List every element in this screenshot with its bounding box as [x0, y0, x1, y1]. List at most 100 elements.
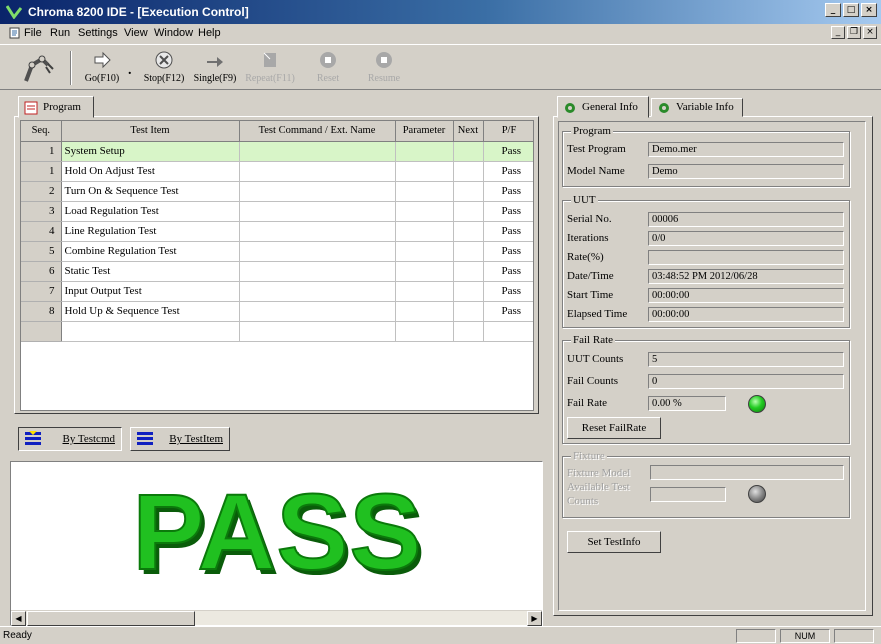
row-test-command[interactable] — [239, 261, 396, 282]
menu-help[interactable]: Help — [198, 27, 221, 39]
set-testinfo-button[interactable]: Set TestInfo — [567, 531, 661, 553]
menu-view[interactable]: View — [124, 27, 148, 39]
row-test-command[interactable] — [239, 221, 396, 242]
row-test-item[interactable]: Turn On & Sequence Test — [61, 181, 240, 202]
repeat-button[interactable]: Repeat(F11) — [242, 47, 298, 87]
column-header-test-command[interactable]: Test Command / Ext. Name — [239, 121, 396, 142]
status-bar: Ready NUM — [0, 626, 881, 644]
row-parameter[interactable] — [395, 141, 454, 162]
row-seq: 6 — [21, 261, 62, 282]
menu-window[interactable]: Window — [154, 27, 193, 39]
stop-button[interactable]: Stop(F12) — [140, 47, 188, 87]
row-test-item[interactable]: System Setup — [61, 141, 240, 162]
grid-header-row: Seq. Test Item Test Command / Ext. Name … — [21, 121, 533, 142]
row-test-item[interactable]: Combine Regulation Test — [61, 241, 240, 262]
row-test-command[interactable] — [239, 201, 396, 222]
row-parameter[interactable] — [395, 201, 454, 222]
row-test-item[interactable]: Load Regulation Test — [61, 201, 240, 222]
available-test-value — [650, 487, 726, 502]
table-row-empty[interactable] — [21, 321, 533, 342]
row-parameter[interactable] — [395, 221, 454, 242]
by-testcmd-button[interactable]: By Testcmd — [18, 427, 122, 451]
table-row[interactable]: 3 Load Regulation Test Pass — [21, 201, 533, 222]
column-header-pf[interactable]: P/F — [483, 121, 533, 142]
close-button[interactable]: × — [861, 3, 877, 17]
horizontal-scrollbar[interactable]: ◀ ▶ — [11, 610, 542, 626]
row-test-command[interactable] — [239, 181, 396, 202]
row-test-item[interactable]: Hold Up & Sequence Test — [61, 301, 240, 322]
column-header-seq[interactable]: Seq. — [21, 121, 62, 142]
by-testitem-button[interactable]: By TestItem — [130, 427, 230, 451]
row-parameter[interactable] — [395, 261, 454, 282]
row-parameter[interactable] — [395, 241, 454, 262]
row-pf: Pass — [483, 201, 533, 222]
go-button[interactable]: Go(F10) — [80, 47, 124, 87]
test-item-grid[interactable]: Seq. Test Item Test Command / Ext. Name … — [20, 120, 534, 411]
row-pf: Pass — [483, 181, 533, 202]
available-test-counts-label: Counts — [567, 495, 599, 507]
row-test-command[interactable] — [239, 281, 396, 302]
scroll-thumb[interactable] — [27, 611, 195, 626]
row-next[interactable] — [453, 181, 484, 202]
row-parameter[interactable] — [395, 161, 454, 182]
table-row[interactable]: 2 Turn On & Sequence Test Pass — [21, 181, 533, 202]
row-pf: Pass — [483, 141, 533, 162]
row-next[interactable] — [453, 201, 484, 222]
table-row[interactable]: 6 Static Test Pass — [21, 261, 533, 282]
scroll-right-arrow[interactable]: ▶ — [527, 611, 542, 626]
test-program-value: Demo.mer — [648, 142, 844, 157]
row-test-command[interactable] — [239, 141, 396, 162]
table-row[interactable]: 7 Input Output Test Pass — [21, 281, 533, 302]
resume-button[interactable]: Resume — [362, 47, 406, 87]
row-parameter[interactable] — [395, 281, 454, 302]
table-row[interactable]: 4 Line Regulation Test Pass — [21, 221, 533, 242]
row-next[interactable] — [453, 301, 484, 322]
table-row[interactable]: 1 System Setup Pass — [21, 141, 533, 162]
row-pf: Pass — [483, 301, 533, 322]
row-test-command[interactable] — [239, 241, 396, 262]
mdi-minimize-button[interactable]: _ — [831, 26, 845, 39]
table-row[interactable]: 1 Hold On Adjust Test Pass — [21, 161, 533, 182]
stop-icon — [155, 51, 173, 69]
row-test-item[interactable]: Hold On Adjust Test — [61, 161, 240, 182]
row-test-command[interactable] — [239, 161, 396, 182]
row-test-item[interactable]: Static Test — [61, 261, 240, 282]
reset-failrate-button[interactable]: Reset FailRate — [567, 417, 661, 439]
program-tab-label: Program — [43, 101, 81, 113]
by-testitem-label: By TestItem — [169, 433, 223, 445]
column-header-parameter[interactable]: Parameter — [395, 121, 454, 142]
tab-variable-info[interactable]: Variable Info — [651, 98, 743, 117]
row-pf: Pass — [483, 161, 533, 182]
row-next[interactable] — [453, 241, 484, 262]
row-parameter[interactable] — [395, 181, 454, 202]
minimize-button[interactable]: _ — [825, 3, 841, 17]
single-button[interactable]: Single(F9) — [190, 47, 240, 87]
row-test-item[interactable]: Line Regulation Test — [61, 221, 240, 242]
tab-program[interactable]: Program — [18, 96, 94, 118]
row-next[interactable] — [453, 161, 484, 182]
row-test-command[interactable] — [239, 301, 396, 322]
row-next[interactable] — [453, 221, 484, 242]
single-label: Single(F9) — [193, 73, 237, 84]
menu-run[interactable]: Run — [50, 27, 70, 39]
column-header-next[interactable]: Next — [453, 121, 484, 142]
mdi-close-button[interactable]: × — [863, 26, 877, 39]
column-header-test-item[interactable]: Test Item — [61, 121, 240, 142]
row-test-item[interactable]: Input Output Test — [61, 281, 240, 302]
menu-settings[interactable]: Settings — [78, 27, 118, 39]
table-row[interactable]: 5 Combine Regulation Test Pass — [21, 241, 533, 262]
reset-icon — [320, 52, 336, 68]
mdi-restore-button[interactable]: ❐ — [847, 26, 861, 39]
table-row[interactable]: 8 Hold Up & Sequence Test Pass — [21, 301, 533, 322]
menu-file[interactable]: File — [24, 27, 42, 39]
row-next[interactable] — [453, 261, 484, 282]
document-icon[interactable] — [8, 26, 22, 40]
scroll-left-arrow[interactable]: ◀ — [11, 611, 26, 626]
row-next[interactable] — [453, 281, 484, 302]
reset-button[interactable]: Reset — [308, 47, 348, 87]
row-parameter[interactable] — [395, 301, 454, 322]
maximize-button[interactable]: □ — [843, 3, 859, 17]
row-seq: 7 — [21, 281, 62, 302]
row-next[interactable] — [453, 141, 484, 162]
tab-general-info[interactable]: General Info — [557, 96, 649, 118]
